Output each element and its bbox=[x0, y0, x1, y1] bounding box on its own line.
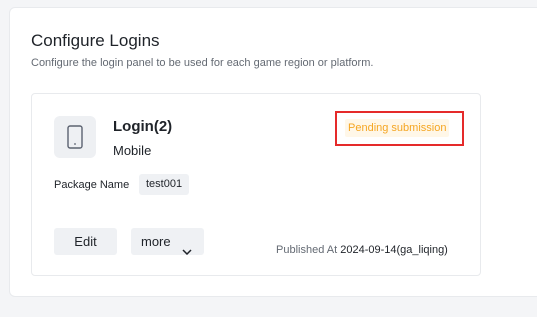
more-button[interactable]: more bbox=[131, 228, 204, 256]
status-badge: Pending submission bbox=[345, 119, 450, 137]
chevron-down-icon bbox=[182, 238, 192, 265]
login-card: Login(2) Mobile Pending submission Packa… bbox=[31, 93, 481, 276]
published-label: Published At bbox=[276, 244, 338, 256]
tablet-icon bbox=[54, 116, 96, 158]
page-subtitle: Configure the login panel to be used for… bbox=[31, 57, 374, 69]
published-info: Published At 2024-09-14(ga_liqing) bbox=[276, 244, 448, 256]
more-button-label: more bbox=[141, 234, 171, 249]
package-name-value: test001 bbox=[139, 174, 190, 195]
configure-logins-panel: Configure Logins Configure the login pan… bbox=[9, 7, 537, 297]
status-highlight-frame: Pending submission bbox=[335, 111, 464, 146]
page-title: Configure Logins bbox=[31, 31, 160, 50]
package-name-label: Package Name bbox=[54, 179, 130, 191]
edit-button[interactable]: Edit bbox=[54, 228, 117, 255]
login-platform: Mobile bbox=[113, 143, 152, 158]
login-name: Login(2) bbox=[113, 118, 173, 135]
published-value: 2024-09-14(ga_liqing) bbox=[340, 244, 448, 256]
